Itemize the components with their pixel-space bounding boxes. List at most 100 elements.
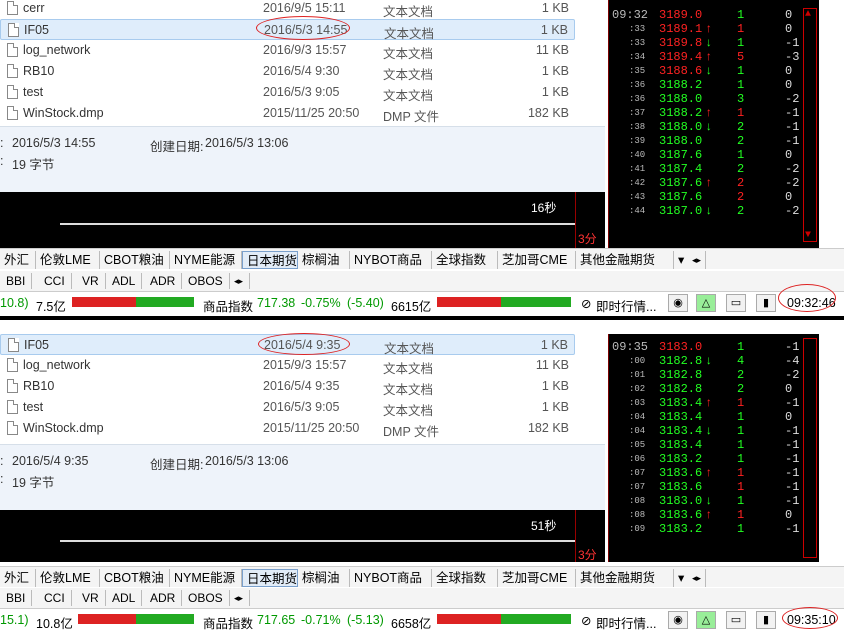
file-name: log_network — [23, 358, 91, 372]
tab-0[interactable]: 外汇 — [0, 251, 36, 269]
status-bar: 10.8) 7.5亿 商品指数 717.38 -0.75% (-5.40) 66… — [0, 291, 844, 315]
tab-7[interactable]: 全球指数 — [432, 251, 498, 269]
tab-2[interactable]: CBOT粮油 — [100, 569, 170, 587]
indicator-cci[interactable]: CCI — [38, 590, 72, 606]
ticket-icon[interactable]: ▭ — [726, 294, 746, 312]
tab-1[interactable]: 伦敦LME — [36, 251, 100, 269]
disk-icon[interactable]: ▮ — [756, 611, 776, 629]
tick-change: -1 — [785, 120, 800, 134]
tick-price: 3189.4 — [659, 50, 703, 64]
tab-9[interactable]: 其他金融期货 — [576, 251, 674, 269]
modified-date: 2016/5/4 9:35 — [12, 454, 89, 468]
indicator-vr[interactable]: VR — [76, 590, 106, 606]
document-icon — [7, 379, 18, 393]
file-size: 1 KB — [541, 64, 569, 78]
tab-8[interactable]: 芝加哥CME — [498, 569, 576, 587]
tab-5[interactable]: 棕榈油 — [298, 251, 350, 269]
indicator-vr[interactable]: VR — [76, 273, 106, 289]
tick-change: -2 — [785, 176, 800, 190]
indicator-obos[interactable]: OBOS — [182, 590, 230, 606]
tick-volume: 1 — [737, 494, 745, 508]
file-type: 文本文档 — [383, 68, 434, 82]
file-row[interactable]: WinStock.dmp 2015/11/25 20:50 DMP 文件 182 KB — [0, 418, 575, 439]
chevron-down-icon[interactable]: ▾ — [674, 569, 688, 587]
tick-change: -1 — [785, 494, 800, 508]
document-icon — [7, 85, 18, 99]
indicator-bbi[interactable]: BBI — [0, 273, 33, 289]
bar-red — [72, 297, 136, 307]
ticket-icon[interactable]: ▭ — [726, 611, 746, 629]
tick-price: 3189.8 — [659, 36, 703, 50]
file-row[interactable]: test 2016/5/3 9:05 文本文档 1 KB — [0, 397, 575, 418]
realtime-link[interactable]: 即时行情... — [596, 296, 656, 315]
file-date: 2015/9/3 15:57 — [263, 358, 347, 372]
indicator-adl[interactable]: ADL — [106, 273, 143, 289]
scroll-down-icon[interactable]: ▼ — [805, 230, 811, 241]
tab-4[interactable]: 日本期货 — [242, 251, 298, 269]
file-size: 19 字节 — [12, 476, 55, 490]
tick-price: 3183.4 — [659, 438, 703, 452]
status-left-value: 15.1) — [0, 613, 29, 627]
bell-icon[interactable]: △ — [696, 294, 716, 312]
scroll-arrows-icon[interactable]: ◂▸ — [228, 273, 251, 289]
scroll-right-icon[interactable]: ◂▸ — [688, 251, 707, 269]
indicator-adr[interactable]: ADR — [144, 273, 183, 289]
file-date: 2016/5/3 9:05 — [263, 85, 340, 99]
tick-change: 0 — [785, 78, 793, 92]
file-size: 19 字节 — [12, 158, 55, 172]
bell-icon[interactable]: △ — [696, 611, 716, 629]
scroll-up-icon[interactable]: ▲ — [805, 9, 811, 20]
file-row[interactable]: log_network 2016/9/3 15:57 文本文档 11 KB — [0, 40, 575, 61]
file-date: 2016/5/4 9:30 — [263, 64, 340, 78]
tick-time: :03 — [629, 398, 646, 408]
realtime-link[interactable]: 即时行情... — [596, 613, 656, 632]
tab-8[interactable]: 芝加哥CME — [498, 251, 576, 269]
file-row[interactable]: test 2016/5/3 9:05 文本文档 1 KB — [0, 82, 575, 103]
indicator-bar: BBI CCI VR ADL ADR OBOS ◂▸ — [0, 271, 844, 291]
globe-icon[interactable]: ◉ — [668, 611, 688, 629]
tab-6[interactable]: NYBOT商品 — [350, 569, 432, 587]
tick-price: 3183.0 — [659, 340, 703, 354]
tab-9[interactable]: 其他金融期货 — [576, 569, 674, 587]
tab-0[interactable]: 外汇 — [0, 569, 36, 587]
tick-row: :07 3183.6 1 -1 — [609, 480, 799, 494]
tick-row: :42 3187.6 ↑ 2 -2 — [609, 176, 799, 190]
indicator-cci[interactable]: CCI — [38, 273, 72, 289]
tick-scrollbar[interactable]: ▲ ▼ — [803, 8, 817, 242]
created-date-label: 创建日期: — [150, 458, 204, 472]
tick-price: 3188.0 — [659, 92, 703, 106]
tab-7[interactable]: 全球指数 — [432, 569, 498, 587]
tick-time: :00 — [629, 356, 646, 366]
tab-4[interactable]: 日本期货 — [242, 569, 298, 587]
tab-1[interactable]: 伦敦LME — [36, 569, 100, 587]
tick-volume: 1 — [737, 466, 745, 480]
tick-scrollbar[interactable] — [803, 338, 817, 558]
globe-icon[interactable]: ◉ — [668, 294, 688, 312]
file-row[interactable]: RB10 2016/5/4 9:35 文本文档 1 KB — [0, 376, 575, 397]
minutes-counter: 3分 — [578, 232, 597, 246]
file-row[interactable]: log_network 2015/9/3 15:57 文本文档 11 KB — [0, 355, 575, 376]
file-type: 文本文档 — [383, 362, 434, 376]
file-row[interactable]: RB10 2016/5/4 9:30 文本文档 1 KB — [0, 61, 575, 82]
tick-row: :41 3187.4 2 -2 — [609, 162, 799, 176]
tab-3[interactable]: NYME能源 — [170, 569, 242, 587]
tab-6[interactable]: NYBOT商品 — [350, 251, 432, 269]
indicator-bbi[interactable]: BBI — [0, 590, 33, 606]
document-icon — [7, 400, 18, 414]
tick-list: 09:35 3183.0 1 -1:00 3182.8 ↓ 4 -4:01 3182.8 2 -2:… — [608, 334, 819, 562]
indicator-obos[interactable]: OBOS — [182, 273, 230, 289]
indicator-adr[interactable]: ADR — [144, 590, 183, 606]
tick-volume: 1 — [737, 36, 745, 50]
scroll-arrows-icon[interactable]: ◂▸ — [228, 590, 251, 606]
file-row[interactable]: WinStock.dmp 2015/11/25 20:50 DMP 文件 182 KB — [0, 103, 575, 124]
tab-2[interactable]: CBOT粮油 — [100, 251, 170, 269]
tick-volume: 1 — [737, 8, 745, 22]
indicator-adl[interactable]: ADL — [106, 590, 143, 606]
tick-time: :44 — [629, 206, 646, 216]
tab-3[interactable]: NYME能源 — [170, 251, 242, 269]
disk-icon[interactable]: ▮ — [756, 294, 776, 312]
tick-volume: 3 — [737, 92, 745, 106]
scroll-right-icon[interactable]: ◂▸ — [688, 569, 707, 587]
tab-5[interactable]: 棕榈油 — [298, 569, 350, 587]
chevron-down-icon[interactable]: ▾ — [674, 251, 688, 269]
